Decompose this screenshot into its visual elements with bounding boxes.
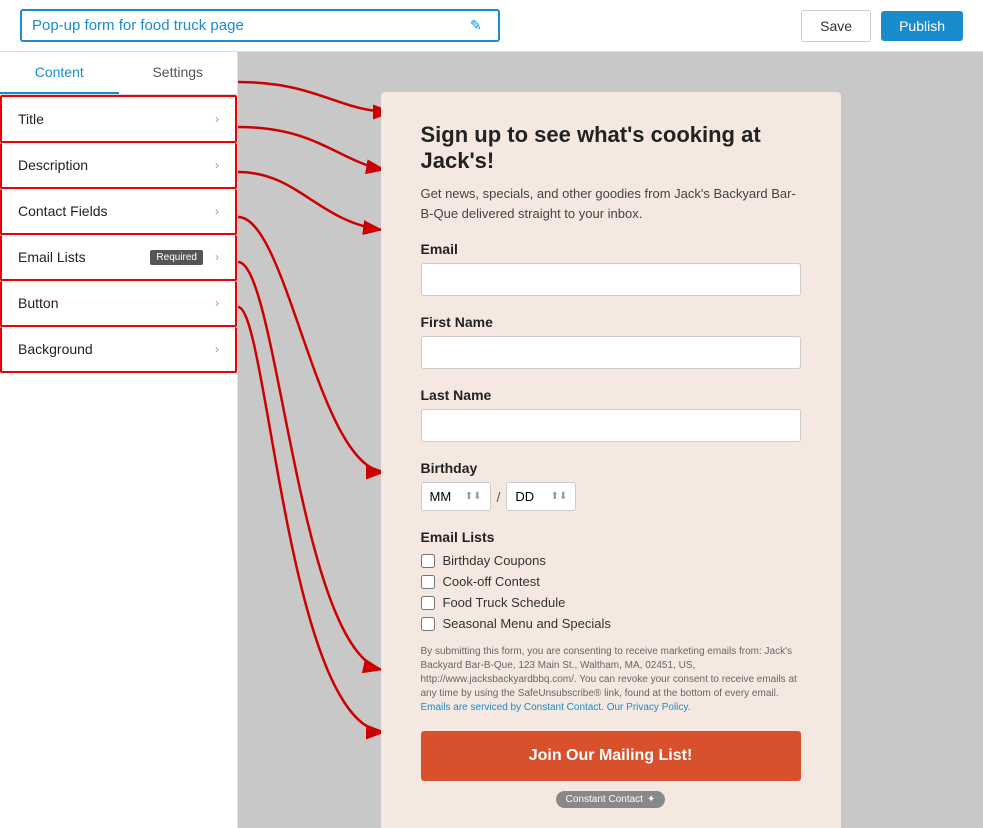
- birthday-mm-input[interactable]: MM ⬆⬇: [421, 482, 491, 511]
- last-name-label: Last Name: [421, 387, 801, 403]
- list-item: Seasonal Menu and Specials: [421, 616, 801, 631]
- top-bar: ✎ Save Publish: [0, 0, 983, 52]
- birthday-coupons-label: Birthday Coupons: [443, 553, 546, 568]
- sidebar-item-title[interactable]: Title ›: [0, 95, 237, 143]
- email-lists-section: Email Lists Birthday Coupons Cook-off Co…: [421, 529, 801, 631]
- list-item: Cook-off Contest: [421, 574, 801, 589]
- seasonal-menu-label: Seasonal Menu and Specials: [443, 616, 611, 631]
- email-input[interactable]: [421, 263, 801, 296]
- consent-text: By submitting this form, you are consent…: [421, 645, 801, 715]
- sidebar-item-email-lists-right: Required ›: [150, 250, 219, 265]
- email-label: Email: [421, 241, 801, 257]
- chevron-right-icon: ›: [215, 296, 219, 310]
- cc-badge-inner: Constant Contact ✦: [556, 791, 666, 808]
- sidebar-item-button-label: Button: [18, 295, 58, 311]
- sidebar-item-email-lists[interactable]: Email Lists Required ›: [0, 235, 237, 281]
- top-bar-actions: Save Publish: [801, 10, 963, 42]
- sidebar-item-contact-fields-label: Contact Fields: [18, 203, 107, 219]
- preview-area: Sign up to see what's cooking at Jack's!…: [238, 52, 983, 828]
- food-truck-schedule-label: Food Truck Schedule: [443, 595, 566, 610]
- chevron-right-icon: ›: [215, 158, 219, 172]
- sidebar-tabs: Content Settings: [0, 52, 237, 95]
- sidebar-item-description-label: Description: [18, 157, 88, 173]
- cookoff-contest-checkbox[interactable]: [421, 575, 435, 589]
- chevron-right-icon: ›: [215, 112, 219, 126]
- sidebar: Content Settings Title › Description › C…: [0, 52, 238, 828]
- first-name-input[interactable]: [421, 336, 801, 369]
- form-heading: Sign up to see what's cooking at Jack's!: [421, 122, 801, 174]
- food-truck-schedule-checkbox[interactable]: [421, 596, 435, 610]
- save-button[interactable]: Save: [801, 10, 871, 42]
- privacy-policy-link[interactable]: Our Privacy Policy.: [607, 702, 691, 713]
- tab-content[interactable]: Content: [0, 52, 119, 94]
- first-name-label: First Name: [421, 314, 801, 330]
- birthday-dd-placeholder: DD: [515, 489, 534, 504]
- seasonal-menu-checkbox[interactable]: [421, 617, 435, 631]
- birthday-separator: /: [497, 489, 501, 505]
- birthday-label: Birthday: [421, 460, 801, 476]
- main-layout: Content Settings Title › Description › C…: [0, 52, 983, 828]
- tab-settings[interactable]: Settings: [119, 52, 238, 94]
- sidebar-item-button[interactable]: Button ›: [0, 281, 237, 327]
- cc-badge-label: Constant Contact: [566, 794, 643, 805]
- cookoff-contest-label: Cook-off Contest: [443, 574, 540, 589]
- form-description: Get news, specials, and other goodies fr…: [421, 184, 801, 223]
- publish-button[interactable]: Publish: [881, 11, 963, 41]
- sidebar-item-email-lists-label: Email Lists: [18, 249, 86, 265]
- birthday-mm-placeholder: MM: [430, 489, 452, 504]
- form-title-input[interactable]: [20, 9, 500, 42]
- birthday-dd-input[interactable]: DD ⬆⬇: [506, 482, 576, 511]
- chevron-right-icon: ›: [215, 342, 219, 356]
- submit-button[interactable]: Join Our Mailing List!: [421, 731, 801, 781]
- birthday-dd-spinner[interactable]: ⬆⬇: [551, 491, 568, 502]
- cc-logo-icon: ✦: [647, 794, 655, 805]
- edit-icon[interactable]: ✎: [470, 17, 482, 34]
- email-lists-title: Email Lists: [421, 529, 801, 545]
- birthday-coupons-checkbox[interactable]: [421, 554, 435, 568]
- chevron-right-icon: ›: [215, 204, 219, 218]
- sidebar-item-description[interactable]: Description ›: [0, 143, 237, 189]
- serviced-by-link[interactable]: Emails are serviced by Constant Contact.: [421, 702, 604, 713]
- birthday-mm-spinner[interactable]: ⬆⬇: [465, 491, 482, 502]
- chevron-right-icon: ›: [215, 250, 219, 264]
- form-card: Sign up to see what's cooking at Jack's!…: [381, 92, 841, 828]
- sidebar-item-background-label: Background: [18, 341, 93, 357]
- cc-badge: Constant Contact ✦: [421, 791, 801, 808]
- sidebar-item-contact-fields[interactable]: Contact Fields ›: [0, 189, 237, 235]
- sidebar-item-title-label: Title: [18, 111, 44, 127]
- list-item: Birthday Coupons: [421, 553, 801, 568]
- last-name-input[interactable]: [421, 409, 801, 442]
- birthday-row: MM ⬆⬇ / DD ⬆⬇: [421, 482, 801, 511]
- sidebar-item-background[interactable]: Background ›: [0, 327, 237, 373]
- list-item: Food Truck Schedule: [421, 595, 801, 610]
- required-badge: Required: [150, 250, 203, 265]
